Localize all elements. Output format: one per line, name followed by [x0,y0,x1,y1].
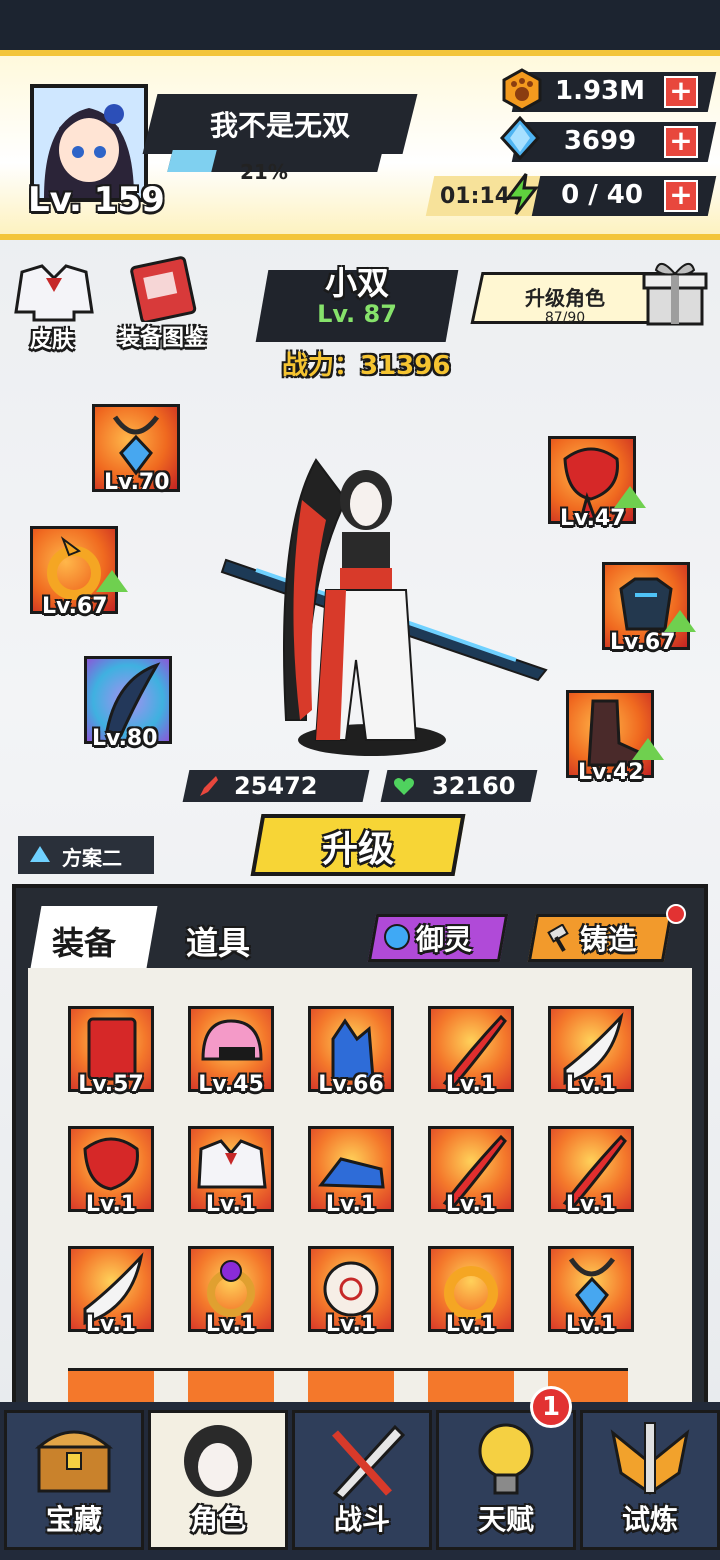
equip-slot-armor-level: Lv.67 [610,630,676,655]
lightning-icon [500,172,544,216]
skin-label: 皮肤 [30,328,75,353]
nav-trial-label: 试炼 [621,1503,678,1536]
player-level: Lv. 159 [28,180,165,220]
inventory-item-level: Lv.1 [325,1192,377,1217]
combat-power: 战力：31396 [282,351,451,381]
yuling-label: 御灵 [416,923,473,956]
inventory-item-level: Lv.1 [445,1072,497,1097]
upgrade-button-label: 升级 [321,829,394,870]
nav-character-label: 角色 [189,1503,246,1536]
tab-items[interactable]: 道具 [186,918,250,964]
heart-icon [392,774,416,798]
character-name: 小双 [324,264,389,302]
equip-slot-crystal-blade-level: Lv.80 [92,726,158,751]
scheme-label: 方案二 [62,846,122,870]
hammer-icon [546,923,574,952]
talent-badge: 1 [530,1386,572,1428]
equip-slot-amulet-level: Lv.70 [104,470,170,495]
sword-icon [196,774,220,798]
inventory-item-level: Lv.1 [85,1192,137,1217]
upgrade-character-title: 升级角色 [525,286,605,310]
triangle-up-icon [30,846,50,862]
add-energy-button[interactable]: + [664,180,698,212]
attack-value: 25472 [234,772,318,800]
inventory-item-level: Lv.45 [198,1072,264,1097]
upgrade-available-arrow-icon [632,738,664,760]
xp-bar-fill [167,150,217,172]
inventory-item-level: Lv.1 [325,1312,377,1337]
codex-label: 装备图鉴 [118,326,207,351]
forge-label: 铸造 [580,923,637,956]
gift-box-icon[interactable] [638,256,712,330]
coin-value: 1.93M [554,76,646,106]
upgrade-available-arrow-icon [96,570,128,592]
upgrade-character-progress: 87/90 [544,310,586,326]
nav-battle-label: 战斗 [333,1503,390,1536]
add-coin-button[interactable]: + [664,76,698,108]
inventory-item-level: Lv.1 [445,1192,497,1217]
add-gem-button[interactable]: + [664,126,698,158]
notification-dot [666,904,686,924]
inventory-item-level: Lv.1 [565,1312,617,1337]
upgrade-available-arrow-icon [614,486,646,508]
inventory-item-level: Lv.1 [205,1192,257,1217]
blue-gem-icon [498,115,542,161]
character-level: Lv. 87 [317,300,397,328]
inventory-item-level: Lv.1 [565,1192,617,1217]
codex-icon[interactable] [128,256,198,324]
inventory-item-level: Lv.57 [78,1072,144,1097]
hp-value: 32160 [432,772,516,800]
spirit-icon [384,924,410,950]
paw-coin-icon [500,68,544,112]
inventory-item-level: Lv.1 [85,1312,137,1337]
inventory-item-level: Lv.1 [565,1072,617,1097]
equip-slot-scarf-level: Lv.47 [560,506,626,531]
energy-value: 0 / 40 [561,180,643,210]
character-figure [216,440,556,760]
nav-talent-label: 天赋 [477,1503,534,1536]
player-name: 我不是无双 [209,109,350,142]
status-bar [0,0,720,50]
inventory-item-level: Lv.1 [205,1312,257,1337]
inventory-item-level: Lv.1 [445,1312,497,1337]
xp-percent: 21% [240,160,288,184]
inventory-item-level: Lv.66 [318,1072,384,1097]
skin-icon[interactable] [12,262,96,322]
equip-slot-boot-level: Lv.42 [578,760,644,785]
gem-value: 3699 [563,126,637,156]
tab-equipment-label: 装备 [52,924,117,962]
upgrade-available-arrow-icon [664,610,696,632]
equip-slot-dragon-ring-level: Lv.67 [42,594,108,619]
nav-treasure-label: 宝藏 [45,1503,102,1536]
